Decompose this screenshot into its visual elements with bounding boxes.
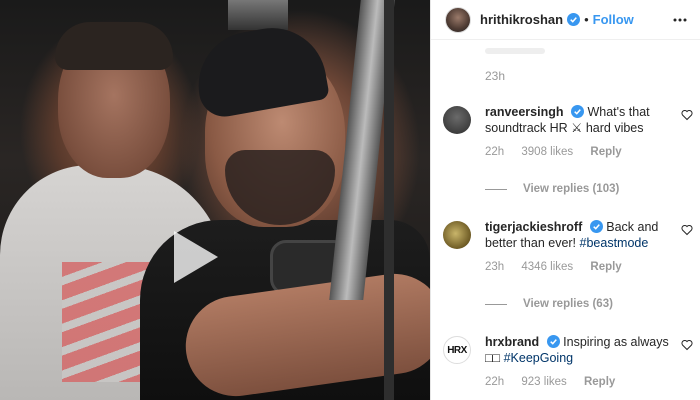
comment-body: ranveersingh What's that soundtrack HR ⚔… [485, 104, 671, 136]
comment-meta: 23h 4346 likes Reply [485, 261, 693, 273]
avatar[interactable] [445, 6, 471, 33]
previous-comment-time: 23h [485, 69, 506, 83]
comment-body: tigerjackieshroff Back and better than e… [485, 219, 671, 251]
comment-time: 22h [485, 376, 505, 388]
gym-machine-top [228, 0, 288, 30]
avatar[interactable] [443, 106, 471, 134]
comment-meta: 22h 3908 likes Reply [485, 146, 693, 158]
view-replies-label: View replies (103) [523, 183, 620, 195]
post-video[interactable] [0, 0, 430, 400]
heart-outline-icon[interactable] [681, 339, 693, 351]
reply-button[interactable]: Reply [590, 146, 621, 158]
avatar[interactable]: HRX [443, 336, 471, 364]
hashtag-link[interactable]: #KeepGoing [504, 351, 574, 365]
post-header: hrithikroshan • Follow [431, 0, 700, 40]
replies-divider [485, 303, 507, 305]
comment-username[interactable]: ranveersingh [485, 105, 564, 119]
reply-button[interactable]: Reply [584, 376, 615, 388]
comment-likes[interactable]: 923 likes [521, 376, 566, 388]
previous-comment-fragment [485, 48, 545, 54]
comment-username[interactable]: hrxbrand [485, 335, 539, 349]
comment-username[interactable]: tigerjackieshroff [485, 220, 582, 234]
verified-badge-icon [589, 220, 603, 233]
comment-hrxbrand: HRX hrxbrand Inspiring as always □□ #Kee… [443, 334, 693, 388]
post-username[interactable]: hrithikroshan [480, 12, 563, 27]
verified-badge-icon [567, 13, 581, 26]
reply-button[interactable]: Reply [590, 261, 621, 273]
trainer-hair [55, 22, 173, 70]
comment-likes[interactable]: 4346 likes [521, 261, 573, 273]
replies-divider [485, 188, 507, 190]
comment-ranveersingh: ranveersingh What's that soundtrack HR ⚔… [443, 104, 693, 158]
comment-body: hrxbrand Inspiring as always □□ #KeepGoi… [485, 334, 671, 366]
header-separator: • [584, 12, 589, 27]
hashtag-link[interactable]: #beastmode [580, 236, 649, 250]
play-icon [174, 231, 218, 283]
more-options-icon[interactable] [672, 13, 688, 27]
comment-meta: 22h 923 likes Reply [485, 376, 693, 388]
view-replies-button[interactable]: View replies (63) [485, 298, 613, 310]
view-replies-label: View replies (63) [523, 298, 613, 310]
hrx-logo: HRX [447, 344, 467, 356]
comment-likes[interactable]: 3908 likes [521, 146, 573, 158]
verified-badge-icon [571, 105, 584, 118]
gym-frame-bar [384, 0, 394, 400]
view-replies-button[interactable]: View replies (103) [485, 183, 619, 195]
comments-panel: hrithikroshan • Follow 23h ranveersingh … [430, 0, 700, 400]
trainer-shirt-print [62, 262, 152, 382]
heart-outline-icon[interactable] [681, 109, 693, 121]
comment-time: 22h [485, 146, 505, 158]
heart-outline-icon[interactable] [681, 224, 693, 236]
play-button[interactable] [168, 227, 222, 287]
comment-tigerjackieshroff: tigerjackieshroff Back and better than e… [443, 219, 693, 273]
comment-time: 23h [485, 261, 505, 273]
follow-button[interactable]: Follow [593, 12, 634, 27]
verified-badge-icon [546, 335, 560, 348]
avatar[interactable] [443, 221, 471, 249]
